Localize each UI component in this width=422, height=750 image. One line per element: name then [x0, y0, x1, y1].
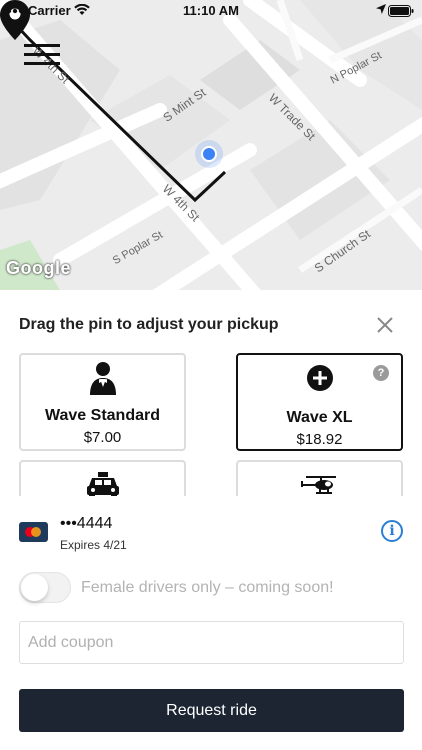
request-ride-button[interactable]: Request ride: [19, 689, 404, 732]
payment-method[interactable]: •••4444 Expires 4/21 i: [19, 515, 407, 555]
card-number: •••4444: [60, 515, 113, 532]
info-icon[interactable]: i: [381, 520, 403, 542]
ride-option-price: $7.00: [83, 429, 122, 446]
location-arrow-icon: [376, 4, 386, 14]
ride-option-name: Wave Standard: [45, 407, 160, 424]
mastercard-icon: [19, 522, 48, 542]
ride-option-helicopter[interactable]: [236, 460, 403, 496]
ride-option-taxi[interactable]: [19, 460, 186, 496]
sheet-title: Drag the pin to adjust your pickup: [19, 316, 279, 333]
clock: 11:10 AM: [183, 3, 239, 18]
ride-option-wave-xl[interactable]: ? Wave XL $18.92: [236, 353, 403, 451]
close-icon[interactable]: [376, 316, 394, 334]
map-view[interactable]: W 4th St S Mint St W Trade St N Poplar S…: [0, 0, 422, 290]
chauffeur-icon: [21, 361, 184, 395]
ride-option-price: $18.92: [296, 431, 343, 448]
ride-options: Wave Standard $7.00 ? Wave XL $18.92: [0, 350, 422, 496]
ride-option-name: Wave XL: [286, 409, 353, 426]
google-logo: Google: [6, 258, 71, 278]
pickup-sheet: Drag the pin to adjust your pickup Wave …: [0, 290, 422, 750]
ride-option-wave-standard[interactable]: Wave Standard $7.00: [19, 353, 186, 451]
current-location-dot: [201, 146, 217, 162]
female-drivers-toggle[interactable]: [19, 572, 71, 603]
female-drivers-label: Female drivers only – coming soon!: [81, 579, 334, 596]
menu-icon[interactable]: [24, 44, 62, 70]
status-bar: Carrier 11:10 AM: [0, 0, 422, 22]
female-drivers-row: Female drivers only – coming soon!: [19, 572, 407, 606]
battery-icon: [388, 5, 414, 17]
taxi-icon: [21, 468, 184, 496]
helicopter-icon: [238, 468, 401, 496]
card-expiry: Expires 4/21: [60, 538, 127, 552]
help-icon[interactable]: ?: [373, 365, 389, 381]
coupon-input[interactable]: [19, 621, 404, 664]
